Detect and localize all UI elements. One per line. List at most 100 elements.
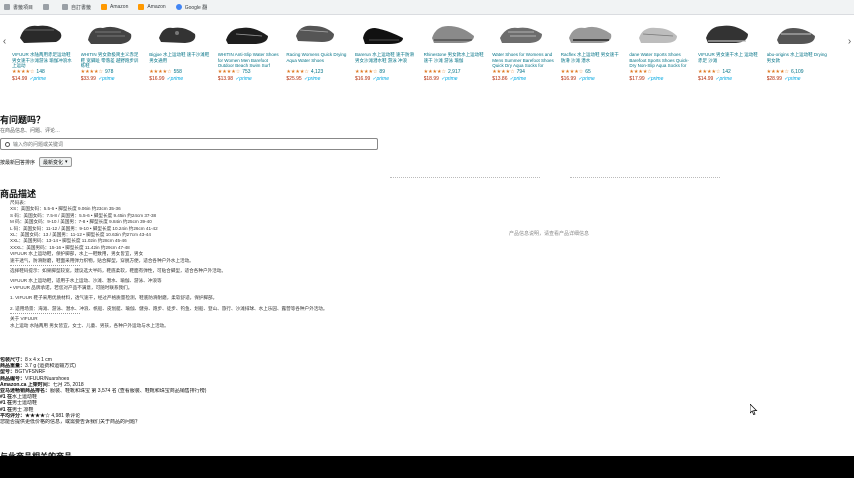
prime-badge-icon: ✓prime <box>715 76 732 82</box>
description-line: 2. 适用场景：海滩、游泳、潜水、冲浪、帆船、皮划艇、瑜伽、健身、跑步、徒步、钓… <box>10 305 328 311</box>
product-image[interactable] <box>702 16 752 50</box>
bookmark-label: 書籤項目 <box>13 4 34 11</box>
product-title-link[interactable]: WHITIN 男女款极简主义赤足鞋 宽脚趾 零落差 越野跑步训练鞋 <box>81 52 143 69</box>
prime-badge-icon: ✓prime <box>646 76 664 82</box>
product-price: $16.99 ✓prime <box>355 76 417 83</box>
carousel-product-card[interactable]: Rhinestone 男女款水上运动鞋 速干 沙滩 游泳 瑜伽 ★★★★☆ 2,91… <box>424 16 486 100</box>
carousel-product-card[interactable]: dane Water Sports Shoes Barefoot Sports … <box>629 16 691 100</box>
carousel-next-button[interactable]: › <box>845 33 854 49</box>
product-rating[interactable]: ★★★★☆ 558 <box>149 69 211 76</box>
carousel-prev-button[interactable]: ‹ <box>0 33 9 49</box>
product-rating[interactable]: ★★★★☆ 148 <box>12 69 74 76</box>
carousel-product-card[interactable]: Racing Womens Quick Drying Aqua Water Sh… <box>286 16 348 100</box>
carousel-product-card[interactable]: Barerun 水上运动鞋 速干防滑 男女沙滩潜水鞋 游泳 冲浪 ★★★★☆ 89 $… <box>355 16 417 100</box>
description-heading: 商品描述 <box>0 189 37 199</box>
price-value: $16.99 <box>355 76 371 82</box>
divider <box>390 177 540 178</box>
qa-subtitle: 在商品信息、问题、评论… <box>0 128 61 134</box>
product-title-link[interactable]: VIFUUR 男女速干水上 运动鞋 赤足 沙滩 <box>698 52 760 69</box>
product-image[interactable] <box>290 16 340 50</box>
product-title-link[interactable]: Bigjoe 水上运动鞋 速干沙滩鞋 男女通用 <box>149 52 211 69</box>
product-image[interactable] <box>16 16 66 50</box>
product-title-link[interactable]: VIFUUR 水陆两用赤足运动鞋 男女速干沙滩游泳 瑜伽冲浪水上运动 <box>12 52 74 69</box>
product-rating[interactable]: ★★★★☆ 65 <box>561 69 623 76</box>
product-image[interactable] <box>222 16 272 50</box>
prime-badge-icon: ✓prime <box>166 76 184 82</box>
review-count: 794 <box>516 69 525 75</box>
review-count: 65 <box>585 69 591 75</box>
product-title-link[interactable]: Racing Womens Quick Drying Aqua Water Sh… <box>286 52 348 69</box>
review-count: 89 <box>379 69 385 75</box>
detail-label: 型号： <box>0 369 16 376</box>
carousel-product-card[interactable]: WHITIN Anti-Slip Water Shoes for Women M… <box>218 16 280 100</box>
bookmark-item[interactable]: Amazon <box>101 4 128 10</box>
carousel-product-card[interactable]: VIFUUR 男女速干水上 运动鞋 赤足 沙滩 ★★★★☆ 142 $14.99 ✓pr… <box>698 16 760 100</box>
product-rating[interactable]: ★★★★☆ 794 <box>492 69 554 76</box>
divider <box>10 313 80 315</box>
bookmark-label: 自訂書籤 <box>71 4 92 11</box>
product-rating[interactable]: ★★★★☆ 4,123 <box>286 69 348 76</box>
detail-value[interactable]: ★★★★☆ 4,981 条评论 <box>25 413 80 419</box>
detail-value[interactable]: 服装、鞋靴和珠宝 第 3,574 名 (查看服装、鞋靴和珠宝商品销售排行榜) <box>50 388 206 394</box>
carousel-product-card[interactable]: Racflex 水上运动鞋 男女速干 防滑 沙滩 潜水 ★★★★☆ 65 $16.99… <box>561 16 623 100</box>
detail-value: 水上运动鞋 <box>11 394 37 401</box>
bookmark-item[interactable]: 書籤項目 <box>4 4 33 11</box>
price-value: $18.99 <box>423 76 439 82</box>
product-title-link[interactable]: abu-origins 水上运动鞋 Drying 男女款 <box>767 52 829 69</box>
bookmark-item[interactable] <box>43 4 52 10</box>
prime-badge-icon: ✓prime <box>372 76 389 82</box>
product-title-link[interactable]: Barerun 水上运动鞋 速干防滑 男女沙滩潜水鞋 游泳 冲浪 <box>355 52 417 69</box>
price-value: $14.99 <box>12 76 28 82</box>
bookmarks-bar: 書籤項目 自訂書籤 Amazon Amazon Google 翻 <box>0 0 854 15</box>
review-count: 2,917 <box>448 69 461 75</box>
review-count: 148 <box>36 69 45 75</box>
detail-value: 您能否提供更低价格的信息，或需要告诉我们关于商品的问题？ <box>0 419 141 426</box>
bookmark-item[interactable]: Amazon <box>138 4 166 10</box>
product-rating[interactable]: ★★★★☆ 6,109 <box>767 69 829 76</box>
product-rating[interactable]: ★★★★☆ <box>629 69 691 76</box>
detail-value: BGTVFSNRF <box>15 369 46 376</box>
product-title-link[interactable]: Water Shoes for Womens and Mens Summer B… <box>492 52 554 69</box>
product-image[interactable] <box>496 16 546 50</box>
carousel-product-card[interactable]: Water Shoes for Womens and Mens Summer B… <box>492 16 554 100</box>
product-image[interactable] <box>359 16 409 50</box>
star-rating-icon: ★★★★☆ <box>217 69 241 75</box>
product-title-link[interactable]: Racflex 水上运动鞋 男女速干 防滑 沙滩 潜水 <box>561 52 623 69</box>
carousel-product-card[interactable]: abu-origins 水上运动鞋 Drying 男女款 ★★★★☆ 6,109 $2… <box>767 16 829 100</box>
product-image[interactable] <box>565 16 615 50</box>
detail-value: 七月 25, 2018 <box>52 381 84 388</box>
folder-icon <box>43 4 50 10</box>
carousel-product-card[interactable]: Bigjoe 水上运动鞋 速干沙滩鞋 男女通用 ★★★★☆ 558 $16.99 ✓pr… <box>149 16 211 100</box>
qa-search-input[interactable]: 输入你的问题或关键词 <box>0 138 378 150</box>
carousel-product-card[interactable]: WHITIN 男女款极简主义赤足鞋 宽脚趾 零落差 越野跑步训练鞋 ★★★★☆ 97… <box>81 16 143 100</box>
product-title-link[interactable]: dane Water Sports Shoes Barefoot Sports … <box>629 52 691 69</box>
qa-sort-select[interactable]: 最新变化 ▾ <box>39 157 72 167</box>
prime-badge-icon: ✓prime <box>578 76 595 82</box>
product-image[interactable] <box>633 16 683 50</box>
product-image[interactable] <box>771 16 821 50</box>
amazon-icon <box>101 4 108 10</box>
detail-value: 8 x 4 x 1 cm <box>25 357 52 363</box>
product-title-link[interactable]: Rhinestone 男女款水上运动鞋 速干 沙滩 游泳 瑜伽 <box>424 52 486 69</box>
detail-label: 商品编号： <box>0 375 26 382</box>
bookmark-item[interactable]: 自訂書籤 <box>62 4 91 11</box>
detail-value: VIFUUR/Nuarshoes <box>25 375 70 382</box>
carousel-product-card[interactable]: VIFUUR 水陆两用赤足运动鞋 男女速干沙滩游泳 瑜伽冲浪水上运动 ★★★★☆ 1… <box>12 16 74 100</box>
detail-row: 您能否提供更低价格的信息，或需要告诉我们关于商品的问题？ <box>0 419 520 425</box>
product-title-link[interactable]: WHITIN Anti-Slip Water Shoes for Women M… <box>218 52 280 69</box>
product-image[interactable] <box>428 16 478 50</box>
product-rating[interactable]: ★★★★☆ 753 <box>218 69 280 76</box>
bookmark-item[interactable]: Google 翻 <box>175 4 207 11</box>
product-rating[interactable]: ★★★★☆ 978 <box>81 69 143 76</box>
product-rating[interactable]: ★★★★☆ 89 <box>355 69 417 76</box>
product-rating[interactable]: ★★★★☆ 142 <box>698 69 760 76</box>
description-line: 速干透气，防滑耐磨，鞋面采用弹力织物，贴合脚型，穿脱方便，适合各种户外水上活动。 <box>10 257 194 263</box>
product-rating[interactable]: ★★★★☆ 2,917 <box>424 69 486 76</box>
product-image[interactable] <box>153 16 203 50</box>
review-count: 4,123 <box>310 69 324 75</box>
detail-label: #1 在 <box>0 406 12 413</box>
detail-label: 平均评分： <box>0 412 26 419</box>
product-image[interactable] <box>85 16 135 50</box>
star-rating-icon: ★★★★☆ <box>629 69 652 75</box>
star-rating-icon: ★★★★☆ <box>560 69 584 75</box>
